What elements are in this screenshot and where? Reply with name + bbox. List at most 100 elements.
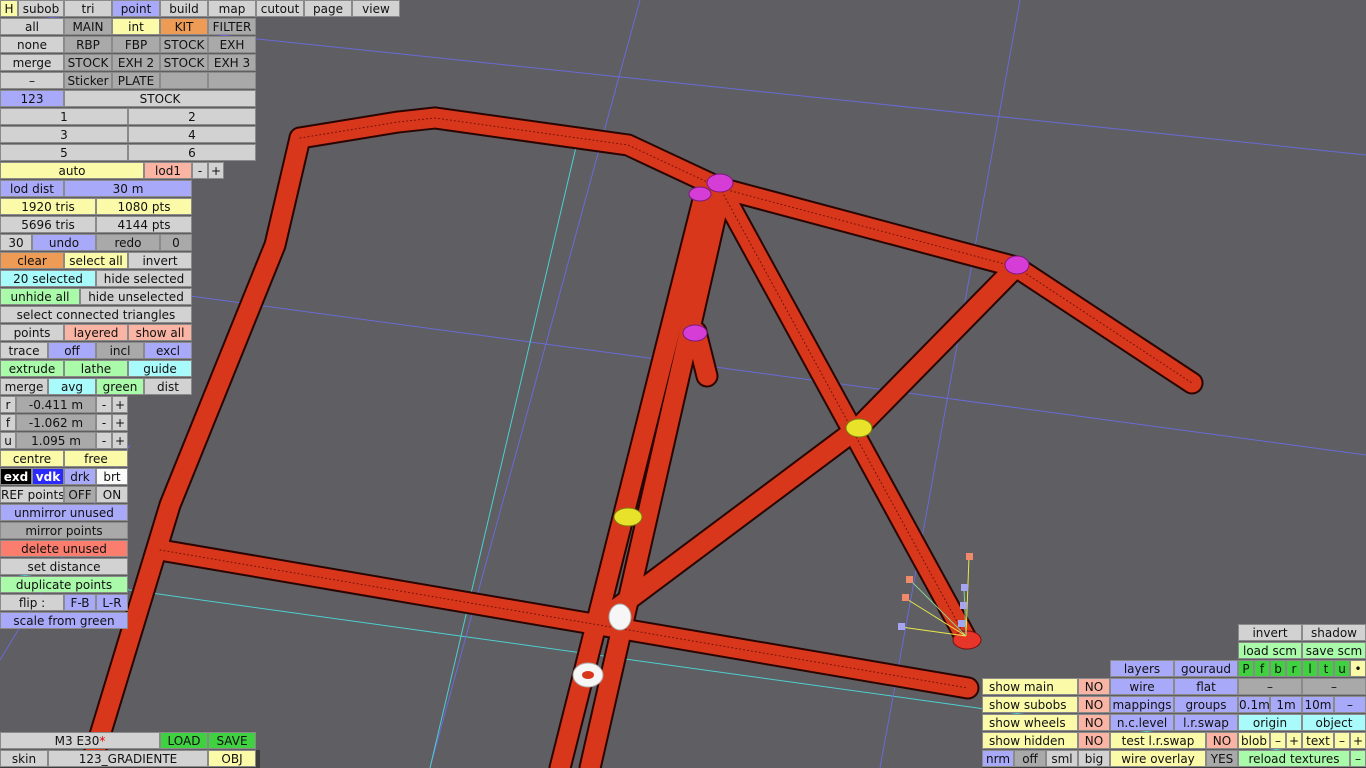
trace-off-button[interactable]: off (48, 342, 96, 359)
big-button[interactable]: big (1078, 750, 1110, 767)
extrude-button[interactable]: extrude (0, 360, 64, 377)
tab-page[interactable]: page (304, 0, 352, 17)
letter-u[interactable]: u (1334, 660, 1350, 677)
blob-minus[interactable]: – (1270, 732, 1286, 749)
show-subobs-button[interactable]: show subobs (982, 696, 1078, 713)
subob-none[interactable]: none (0, 36, 64, 53)
load-button[interactable]: LOAD (160, 732, 208, 749)
show-wheels-value[interactable]: NO (1078, 714, 1110, 731)
duplicate-points-button[interactable]: duplicate points (0, 576, 128, 593)
coord-u-plus[interactable]: + (112, 432, 128, 449)
letter-l[interactable]: l (1302, 660, 1318, 677)
subob-stock-3[interactable]: STOCK (160, 54, 208, 71)
shade-exd-button[interactable]: exd (0, 468, 32, 485)
grid-01m-button[interactable]: 0.1m (1238, 696, 1270, 713)
coord-f-minus[interactable]: - (96, 414, 112, 431)
invert-selection-button[interactable]: invert (128, 252, 192, 269)
save-scm-button[interactable]: save scm (1302, 642, 1366, 659)
trace-excl-button[interactable]: excl (144, 342, 192, 359)
trace-incl-button[interactable]: incl (96, 342, 144, 359)
page-123-button[interactable]: 123 (0, 90, 64, 107)
object-button[interactable]: object (1302, 714, 1366, 731)
subob-kit[interactable]: KIT (160, 18, 208, 35)
stock-button[interactable]: STOCK (64, 90, 256, 107)
free-button[interactable]: free (64, 450, 128, 467)
tab-tri[interactable]: tri (64, 0, 112, 17)
show-hidden-button[interactable]: show hidden (982, 732, 1078, 749)
shade-drk-button[interactable]: drk (64, 468, 96, 485)
lathe-button[interactable]: lathe (64, 360, 128, 377)
letter-p[interactable]: P (1238, 660, 1254, 677)
slot-3[interactable]: 3 (0, 126, 128, 143)
ref-points-on[interactable]: ON (96, 486, 128, 503)
letter-f[interactable]: f (1254, 660, 1270, 677)
subob-empty-2[interactable] (208, 72, 256, 89)
select-all-button[interactable]: select all (64, 252, 128, 269)
subob-empty-1[interactable] (160, 72, 208, 89)
flip-fb-button[interactable]: F-B (64, 594, 96, 611)
origin-button[interactable]: origin (1238, 714, 1302, 731)
dot-button[interactable]: • (1350, 660, 1366, 677)
test-lr-swap-value[interactable]: NO (1206, 732, 1238, 749)
flat-button[interactable]: flat (1174, 678, 1238, 695)
wire-overlay-button[interactable]: wire overlay (1110, 750, 1206, 767)
tab-map[interactable]: map (208, 0, 256, 17)
show-subobs-value[interactable]: NO (1078, 696, 1110, 713)
letter-r[interactable]: r (1286, 660, 1302, 677)
coord-value-u[interactable]: 1.095 m (16, 432, 96, 449)
hide-selected-button[interactable]: hide selected (96, 270, 192, 287)
scale-from-green-button[interactable]: scale from green (0, 612, 128, 629)
set-distance-button[interactable]: set distance (0, 558, 128, 575)
groups-button[interactable]: groups (1174, 696, 1238, 713)
redo-button[interactable]: redo (96, 234, 160, 251)
tab-build[interactable]: build (160, 0, 208, 17)
show-wheels-button[interactable]: show wheels (982, 714, 1078, 731)
points-mode-button[interactable]: points (0, 324, 64, 341)
dash-button-2[interactable]: – (1302, 678, 1366, 695)
subob-plate[interactable]: PLATE (112, 72, 160, 89)
shade-vdk-button[interactable]: vdk (32, 468, 64, 485)
grid-1m-button[interactable]: 1m (1270, 696, 1302, 713)
guide-button[interactable]: guide (128, 360, 192, 377)
tab-point[interactable]: point (112, 0, 160, 17)
tab-view[interactable]: view (352, 0, 400, 17)
subob-stock[interactable]: STOCK (160, 36, 208, 53)
letter-b[interactable]: b (1270, 660, 1286, 677)
select-connected-button[interactable]: select connected triangles (0, 306, 192, 323)
delete-unused-button[interactable]: delete unused (0, 540, 128, 557)
slot-5[interactable]: 5 (0, 144, 128, 161)
avg-button[interactable]: avg (48, 378, 96, 395)
coord-value-f[interactable]: -1.062 m (16, 414, 96, 431)
subob-rbp[interactable]: RBP (64, 36, 112, 53)
blob-plus[interactable]: + (1286, 732, 1302, 749)
lod-minus-button[interactable]: - (192, 162, 208, 179)
subob-exh[interactable]: EXH (208, 36, 256, 53)
mappings-button[interactable]: mappings (1110, 696, 1174, 713)
centre-button[interactable]: centre (0, 450, 64, 467)
slot-6[interactable]: 6 (128, 144, 256, 161)
subob-dash[interactable]: – (0, 72, 64, 89)
unhide-all-button[interactable]: unhide all (0, 288, 80, 305)
mirror-points-button[interactable]: mirror points (0, 522, 128, 539)
dash-button-1[interactable]: – (1238, 678, 1302, 695)
subob-main[interactable]: MAIN (64, 18, 112, 35)
coord-value-r[interactable]: -0.411 m (16, 396, 96, 413)
layered-button[interactable]: layered (64, 324, 128, 341)
ref-points-off[interactable]: OFF (64, 486, 96, 503)
gouraud-button[interactable]: gouraud (1174, 660, 1238, 677)
shade-brt-button[interactable]: brt (96, 468, 128, 485)
subob-exh-2[interactable]: EXH 2 (112, 54, 160, 71)
shadow-button[interactable]: shadow (1302, 624, 1366, 641)
subob-stock-2[interactable]: STOCK (64, 54, 112, 71)
letter-t[interactable]: t (1318, 660, 1334, 677)
clear-button[interactable]: clear (0, 252, 64, 269)
tab-subob[interactable]: subob (18, 0, 64, 17)
dist-button[interactable]: dist (144, 378, 192, 395)
slot-1[interactable]: 1 (0, 108, 128, 125)
load-scm-button[interactable]: load scm (1238, 642, 1302, 659)
nc-level-button[interactable]: n.c.level (1110, 714, 1174, 731)
subob-int[interactable]: int (112, 18, 160, 35)
nrm-button[interactable]: nrm (982, 750, 1014, 767)
lod1-button[interactable]: lod1 (144, 162, 192, 179)
subob-filter[interactable]: FILTER (208, 18, 256, 35)
